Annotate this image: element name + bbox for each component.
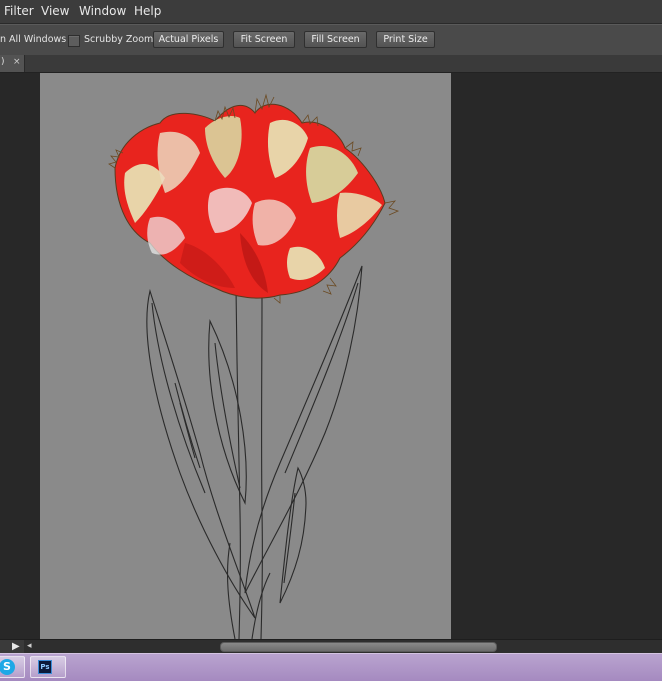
photoshop-icon: Ps — [38, 660, 52, 674]
horizontal-scrollbar[interactable]: ▶ ◂ — [0, 639, 662, 654]
skype-icon: S — [0, 659, 15, 675]
menu-filter[interactable]: Filter — [4, 4, 34, 18]
document-tab-row: ) × — [0, 55, 662, 73]
print-size-button[interactable]: Print Size — [376, 31, 435, 48]
close-icon[interactable]: × — [13, 57, 21, 67]
tulip-illustration — [108, 93, 400, 639]
scrollbar-thumb[interactable] — [220, 642, 497, 652]
taskbar: S Ps — [0, 653, 662, 681]
scrubby-zoom-label: Scrubby Zoom — [84, 34, 154, 45]
all-windows-label[interactable]: n All Windows — [0, 34, 66, 45]
document-canvas[interactable] — [40, 73, 451, 639]
menu-window[interactable]: Window — [79, 4, 126, 18]
leaf-lines — [146, 265, 363, 639]
menu-help[interactable]: Help — [134, 4, 161, 18]
play-icon[interactable]: ▶ — [12, 641, 20, 652]
workspace — [0, 73, 662, 639]
taskbar-photoshop-button[interactable]: Ps — [30, 656, 66, 678]
menu-bar: Filter View Window Help — [0, 0, 662, 24]
document-tab-label: ) — [1, 57, 5, 67]
menu-view[interactable]: View — [41, 4, 69, 18]
arrow-left-icon[interactable]: ◂ — [27, 641, 32, 651]
options-bar: n All Windows Scrubby Zoom Actual Pixels… — [0, 24, 662, 56]
document-tab[interactable]: ) × — [0, 55, 25, 72]
fill-screen-button[interactable]: Fill Screen — [304, 31, 367, 48]
tulip-bloom — [108, 93, 400, 304]
actual-pixels-button[interactable]: Actual Pixels — [153, 31, 224, 48]
stem-lines — [235, 287, 263, 639]
fit-screen-button[interactable]: Fit Screen — [233, 31, 295, 48]
taskbar-skype-button[interactable]: S — [0, 656, 25, 678]
scrubby-zoom-checkbox[interactable] — [68, 35, 80, 47]
